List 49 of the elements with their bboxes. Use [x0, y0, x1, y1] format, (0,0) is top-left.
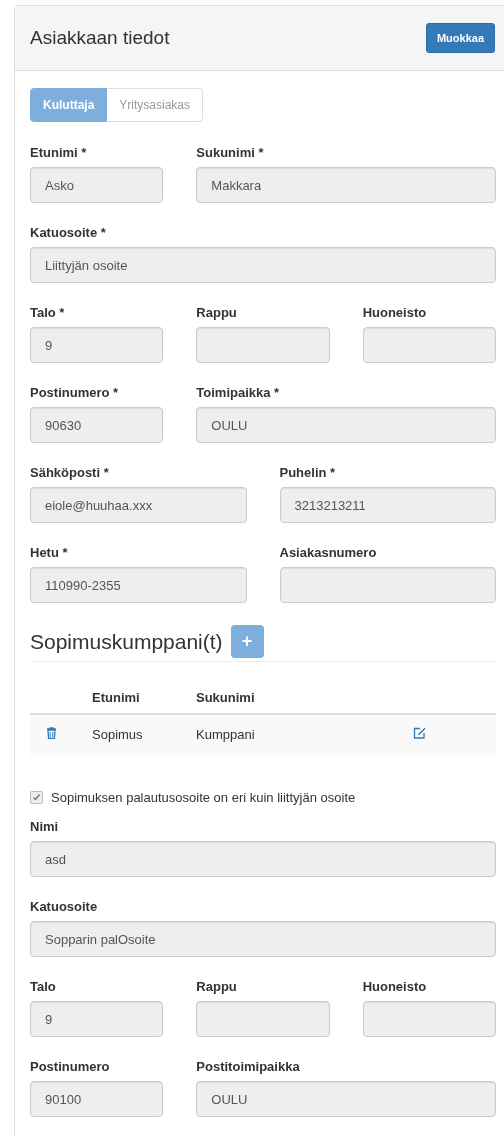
input-field[interactable] [196, 1001, 330, 1037]
panel-title: Asiakkaan tiedot [30, 27, 170, 49]
field-label: Postitoimipaikka [196, 1059, 301, 1075]
input-field[interactable] [362, 327, 496, 363]
field-label: Huoneisto [362, 305, 428, 321]
input-field[interactable]: 9 [30, 327, 164, 363]
section-heading: Sopimuskumppani(t) [30, 629, 223, 654]
field-label: Postinumero * [30, 385, 120, 401]
field-label: Hetu * [30, 545, 69, 561]
table-cell: Kumppani [196, 727, 255, 742]
field-label: Puhelin * [279, 465, 337, 481]
edit-button[interactable]: Muokkaa [425, 23, 495, 53]
field-label: Huoneisto [362, 979, 428, 995]
field-label: Rappu [196, 979, 238, 995]
table-cell: Sopimus [92, 727, 143, 742]
field-label: Postinumero [30, 1059, 111, 1075]
input-field[interactable]: 90100 [30, 1081, 164, 1117]
column-header: Etunimi [92, 690, 140, 705]
trash-icon[interactable] [46, 727, 57, 739]
input-field[interactable]: Makkara [196, 167, 496, 203]
field-label: Talo * [30, 305, 66, 321]
field-label: Nimi [30, 819, 60, 835]
input-field[interactable]: 110990-2355 [30, 567, 247, 603]
input-field[interactable]: eiole@huuhaa.xxx [30, 487, 247, 523]
input-field[interactable]: Sopparin palOsoite [30, 921, 496, 957]
checkmark-icon [32, 793, 41, 802]
field-label: Rappu [196, 305, 238, 321]
field-label: Sähköposti * [30, 465, 110, 481]
field-label: Sukunimi * [196, 145, 265, 161]
field-label: Katuosoite * [30, 225, 107, 241]
input-field[interactable]: 3213213211 [279, 487, 496, 523]
input-field[interactable]: OULU [196, 407, 496, 443]
field-label: Katuosoite [30, 899, 99, 915]
input-field[interactable]: asd [30, 841, 496, 877]
input-field[interactable] [362, 1001, 496, 1037]
input-field[interactable] [279, 567, 496, 603]
edit-icon[interactable] [412, 727, 426, 739]
input-field[interactable]: 9 [30, 1001, 164, 1037]
input-field[interactable]: Asko [30, 167, 164, 203]
input-field[interactable]: OULU [196, 1081, 496, 1117]
field-label: Asiakasnumero [279, 545, 378, 561]
input-field[interactable] [196, 327, 330, 363]
field-label: Toimipaikka * [196, 385, 281, 401]
input-field[interactable]: Liittyjän osoite [30, 247, 496, 283]
field-label: Talo [30, 979, 57, 995]
column-header: Sukunimi [196, 690, 255, 705]
field-label: Etunimi * [30, 145, 88, 161]
checkbox-label: Sopimuksen palautusosoite on eri kuin liittyjän osoite [51, 790, 356, 805]
input-field[interactable]: 90630 [30, 407, 164, 443]
